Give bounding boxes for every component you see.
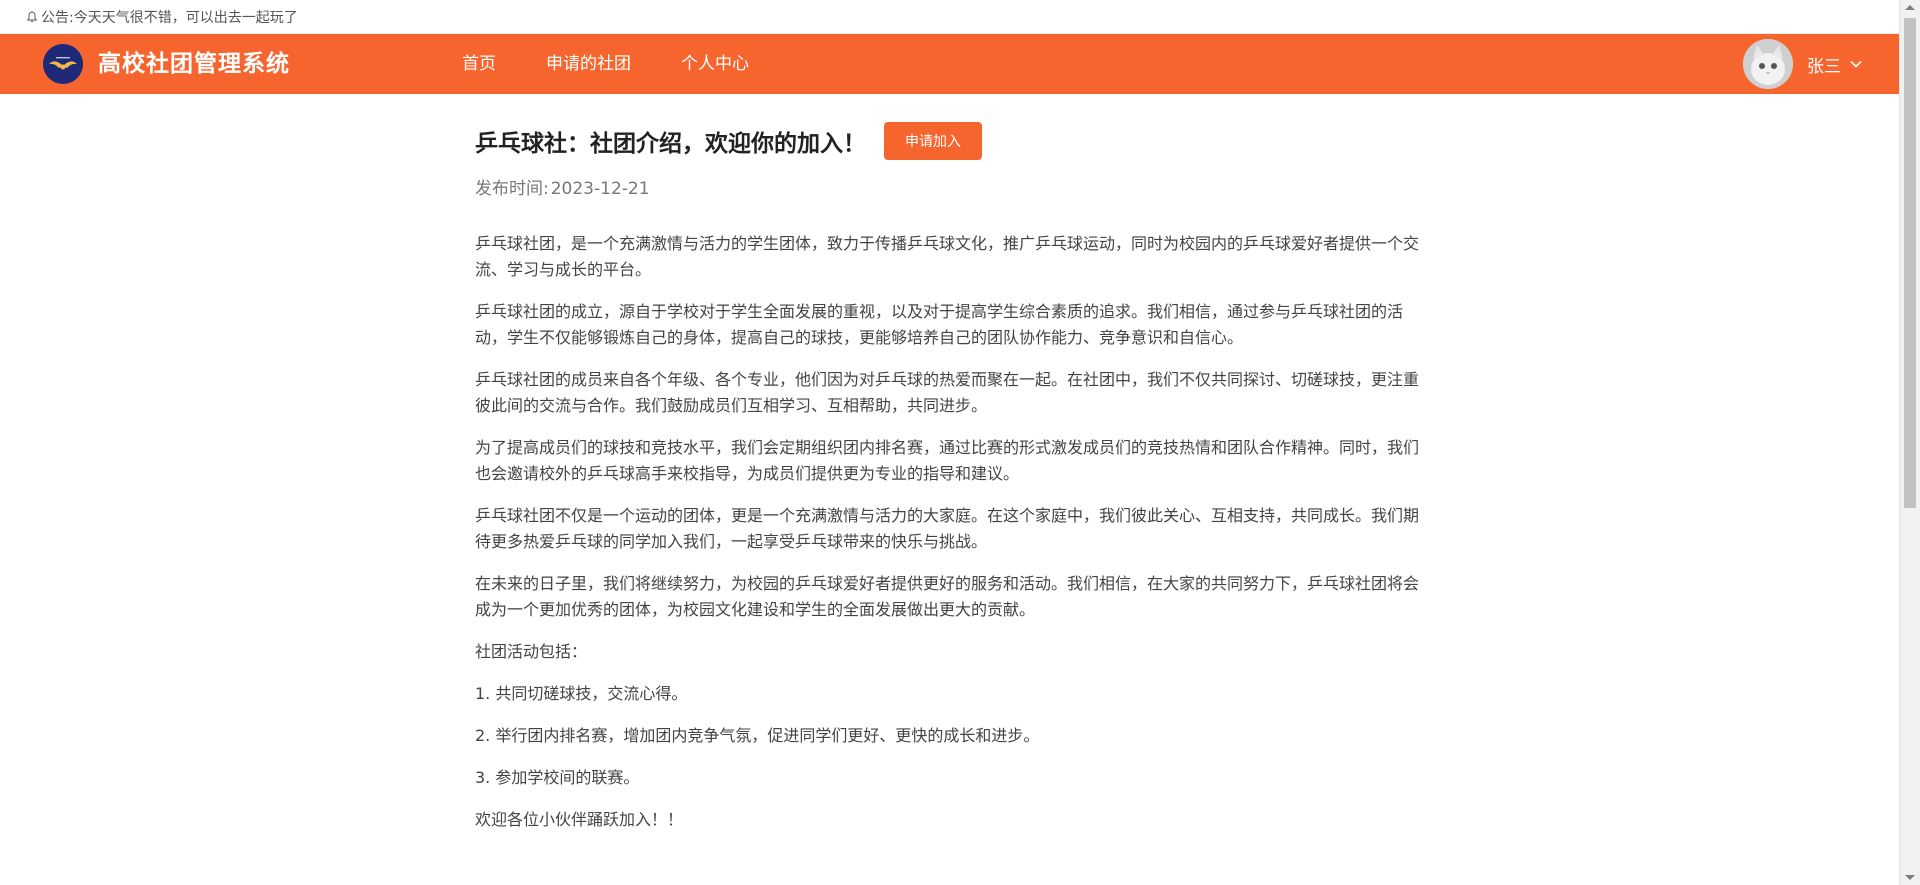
nav-item-profile[interactable]: 个人中心 xyxy=(681,34,749,94)
nav-item-home[interactable]: 首页 xyxy=(462,34,496,94)
cat-avatar-icon xyxy=(1743,39,1793,89)
scroll-up-arrow-icon[interactable] xyxy=(1905,5,1915,10)
publish-time: 发布时间: 2023-12-21 xyxy=(475,174,1420,199)
article-container: 乒乓球社：社团介绍，欢迎你的加入！ 申请加入 发布时间: 2023-12-21 乒… xyxy=(475,94,1420,849)
scroll-thumb[interactable] xyxy=(1904,18,1916,508)
publish-label: 发布时间: xyxy=(475,179,549,199)
paragraph: 乒乓球社团不仅是一个运动的团体，更是一个充满激情与活力的大家庭。在这个家庭中，我… xyxy=(475,506,1420,551)
bell-icon xyxy=(26,10,38,22)
paragraph: 为了提高成员们的球技和竞技水平，我们会定期组织团内排名赛，通过比赛的形式激发成员… xyxy=(475,438,1420,483)
publish-date: 2023-12-21 xyxy=(550,179,650,199)
main-nav: 首页 申请的社团 个人中心 xyxy=(462,34,799,94)
avatar[interactable] xyxy=(1743,39,1793,89)
nav-item-applied-clubs[interactable]: 申请的社团 xyxy=(546,34,631,94)
announcement-bar: 公告: 今天天气很不错，可以出去一起玩了 xyxy=(0,0,1899,34)
logo[interactable] xyxy=(43,44,83,84)
paragraph: 在未来的日子里，我们将继续努力，为校园的乒乓球爱好者提供更好的服务和活动。我们相… xyxy=(475,574,1420,619)
page-title: 乒乓球社：社团介绍，欢迎你的加入！ xyxy=(475,131,866,157)
list-item: 3. 参加学校间的联赛。 xyxy=(475,768,640,787)
chevron-down-icon[interactable] xyxy=(1849,57,1863,71)
list-item: 2. 举行团内排名赛，增加团内竞争气氛，促进同学们更好、更快的成长和进步。 xyxy=(475,726,1040,745)
article-content: 乒乓球社团，是一个充满激情与活力的学生团体，致力于传播乒乓球文化，推广乒乓球运动… xyxy=(475,231,1420,833)
user-menu[interactable]: 张三 xyxy=(1743,34,1863,94)
top-navbar: 高校社团管理系统 首页 申请的社团 个人中心 张三 xyxy=(0,34,1899,94)
scroll-down-arrow-icon[interactable] xyxy=(1905,875,1915,880)
wings-logo-icon xyxy=(43,44,83,84)
user-name[interactable]: 张三 xyxy=(1807,52,1841,77)
vertical-scrollbar[interactable] xyxy=(1899,0,1920,885)
paragraph: 乒乓球社团的成立，源自于学校对于学生全面发展的重视，以及对于提高学生综合素质的追… xyxy=(475,302,1404,347)
apply-join-button[interactable]: 申请加入 xyxy=(884,122,982,160)
title-row: 乒乓球社：社团介绍，欢迎你的加入！ 申请加入 xyxy=(475,122,1420,160)
paragraph: 乒乓球社团的成员来自各个年级、各个专业，他们因为对乒乓球的热爱而聚在一起。在社团… xyxy=(475,370,1420,415)
list-item: 1. 共同切磋球技，交流心得。 xyxy=(475,684,688,703)
announcement-text: 今天天气很不错，可以出去一起玩了 xyxy=(73,9,298,26)
paragraph: 社团活动包括： xyxy=(475,642,588,661)
paragraph: 乒乓球社团，是一个充满激情与活力的学生团体，致力于传播乒乓球文化，推广乒乓球运动… xyxy=(475,234,1420,279)
paragraph: 欢迎各位小伙伴踊跃加入！！ xyxy=(475,810,684,829)
announcement-label: 公告: xyxy=(41,9,74,26)
app-title[interactable]: 高校社团管理系统 xyxy=(98,34,290,94)
